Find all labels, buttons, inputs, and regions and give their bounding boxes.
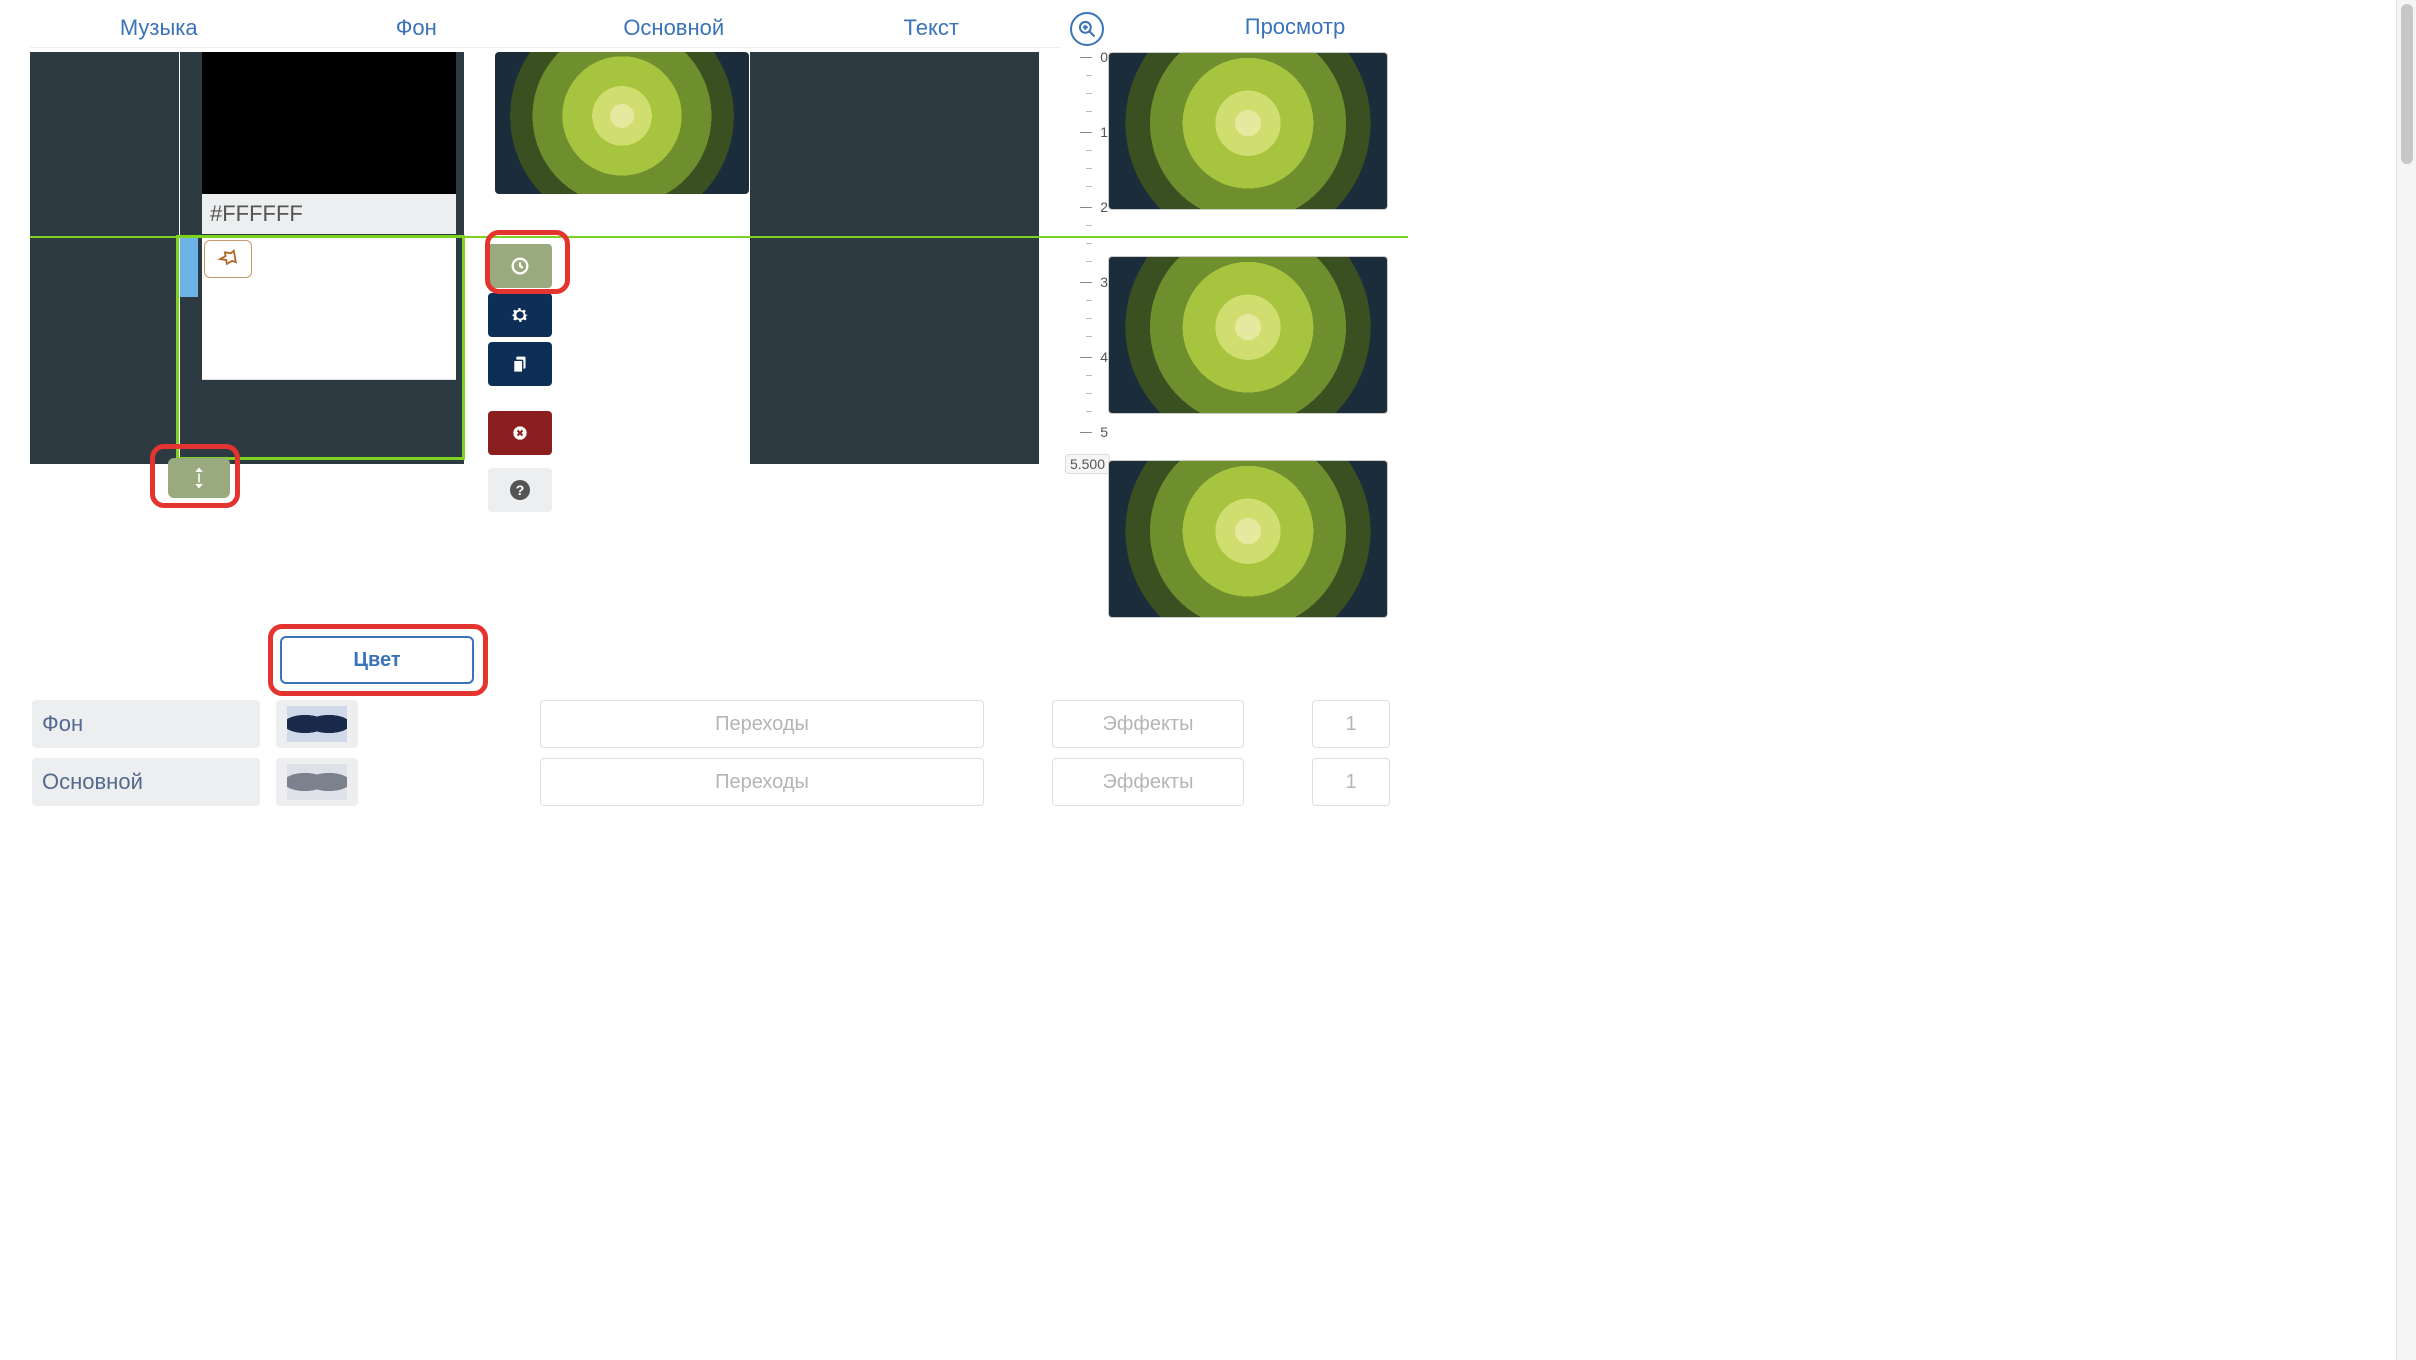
ruler-tick-label: 4 [1100,349,1108,365]
layer-row: Фон Переходы Эффекты 1 [32,700,1390,748]
copy-button[interactable] [488,342,552,386]
layer-thumbnail[interactable] [276,700,358,748]
tab-text[interactable]: Текст [803,15,1061,41]
preview-thumbnail[interactable] [1108,460,1388,618]
effects-button[interactable]: Эффекты [1052,700,1244,748]
track-background[interactable]: #FFFFFF [180,52,465,464]
zoom-in-icon [1077,19,1097,39]
flower-image [1109,461,1387,617]
track-text[interactable] [750,52,1040,464]
gear-icon [509,304,531,326]
preview-thumbnail[interactable] [1108,256,1388,414]
zoom-in-button[interactable] [1070,12,1104,46]
flower-image [495,52,749,194]
ruler-tick-label: 3 [1100,274,1108,290]
vertical-scrollbar[interactable] [2396,0,2416,1360]
tab-music[interactable]: Музыка [30,15,288,41]
clip-transition-strip[interactable] [180,237,198,297]
layer-thumbnail[interactable] [276,758,358,806]
track-main[interactable]: ? [465,52,750,464]
effects-count[interactable]: 1 [1312,758,1390,806]
tab-main[interactable]: Основной [545,15,803,41]
layer-row: Основной Переходы Эффекты 1 [32,758,1390,806]
scrollbar-thumb[interactable] [2401,4,2413,164]
settings-button[interactable] [488,293,552,337]
layers-panel: Фон Переходы Эффекты 1 Основной Переходы… [32,700,1390,806]
flower-image [1109,257,1387,413]
timeline-tabs: Музыка Фон Основной Текст [30,8,1060,48]
main-clip-thumbnail[interactable] [495,52,749,194]
time-ruler: 0 1 2 3 4 5 5.500 [1062,52,1108,464]
flower-image [1109,53,1387,209]
butterfly-image [287,764,347,800]
resize-vertical-icon [190,464,208,492]
color-button[interactable]: Цвет [280,636,474,684]
transitions-button[interactable]: Переходы [540,700,984,748]
background-color-value: #FFFFFF [202,194,456,234]
delete-button[interactable] [488,411,552,455]
layer-name[interactable]: Фон [32,700,260,748]
pin-icon [217,248,239,270]
ruler-tick-label: 2 [1100,199,1108,215]
effects-button[interactable]: Эффекты [1052,758,1244,806]
track-music[interactable] [30,52,180,464]
timeline: #FFFFFF [30,52,1060,464]
ruler-end-time: 5.500 [1065,454,1110,474]
ruler-tick-label: 0 [1100,49,1108,65]
butterfly-image [287,706,347,742]
pin-button[interactable] [204,240,252,278]
help-button[interactable]: ? [488,468,552,512]
copy-icon [509,353,531,375]
layer-name[interactable]: Основной [32,758,260,806]
timing-button[interactable] [488,244,552,288]
clock-icon [509,255,531,277]
transitions-button[interactable]: Переходы [540,758,984,806]
help-icon: ? [510,480,530,500]
preview-heading: Просмотр [1155,14,1435,40]
ruler-tick-label: 5 [1100,424,1108,440]
delete-icon [510,423,530,443]
preview-thumbnail[interactable] [1108,52,1388,210]
resize-clip-button[interactable] [168,458,230,498]
ruler-tick-label: 1 [1100,124,1108,140]
effects-count[interactable]: 1 [1312,700,1390,748]
background-clip-black[interactable] [202,52,456,194]
preview-column [1108,52,1388,618]
clip-toolbar: ? [488,244,552,512]
tab-background[interactable]: Фон [288,15,546,41]
